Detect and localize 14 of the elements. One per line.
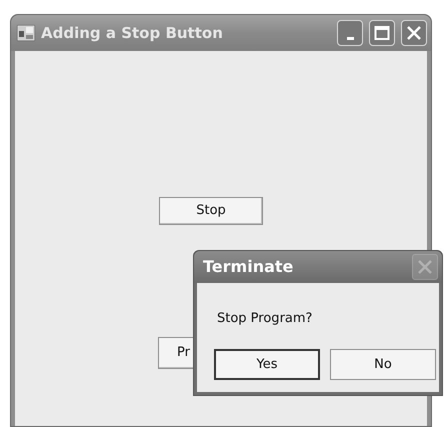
dialog-message: Stop Program? [217, 310, 312, 328]
window-title: Adding a Stop Button [41, 22, 224, 44]
minimize-icon [346, 36, 354, 40]
dialog-button[interactable]: Yes [214, 349, 320, 380]
dialog-title: Terminate [203, 256, 294, 278]
maximize-button[interactable] [369, 20, 395, 46]
close-button[interactable] [401, 20, 427, 46]
dialog-button[interactable]: No [330, 349, 436, 380]
form-button[interactable]: Stop [159, 197, 263, 225]
app-icon [17, 25, 35, 41]
close-icon [406, 25, 422, 41]
maximize-icon [374, 25, 390, 41]
close-icon [417, 259, 433, 275]
minimize-button[interactable] [337, 20, 363, 46]
